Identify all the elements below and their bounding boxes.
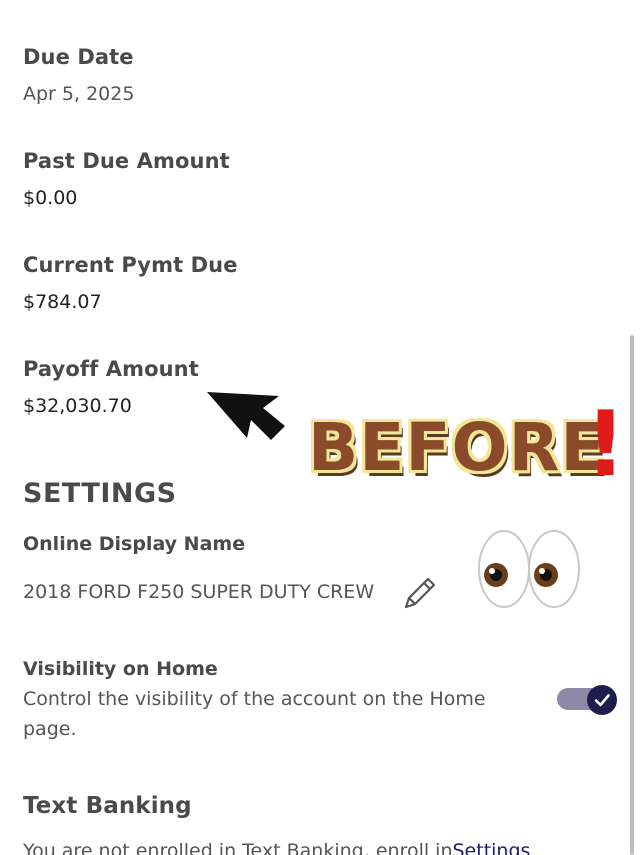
before-sticker: BEFORE [308,409,607,486]
text-banking-title: Text Banking [23,793,192,819]
text-banking-message: You are not enrolled in Text Banking, en… [23,840,530,855]
pencil-edit-icon[interactable] [402,575,438,611]
settings-title: SETTINGS [23,478,177,509]
text-banking-text: You are not enrolled in Text Banking, en… [23,840,453,855]
past-due-label: Past Due Amount [23,149,230,173]
display-name-value: 2018 FORD F250 SUPER DUTY CREW [23,581,375,603]
due-date-value: Apr 5, 2025 [23,83,135,105]
current-pymt-label: Current Pymt Due [23,253,238,277]
exclamation-mark: ! [585,392,627,497]
payoff-value: $32,030.70 [23,395,132,417]
visibility-label: Visibility on Home [23,658,218,680]
settings-link[interactable]: Settings [453,840,531,855]
due-date-label: Due Date [23,45,134,69]
checkmark-icon [594,694,610,707]
display-name-label: Online Display Name [23,533,246,555]
scrollbar[interactable] [630,335,634,855]
current-pymt-value: $784.07 [23,291,102,313]
payoff-label: Payoff Amount [23,357,199,381]
eyes-emoji-icon [478,530,580,608]
toggle-knob[interactable] [587,685,617,715]
past-due-value: $0.00 [23,187,78,209]
pointer-arrow-icon [207,392,285,440]
visibility-description: Control the visibility of the account on… [23,688,486,740]
